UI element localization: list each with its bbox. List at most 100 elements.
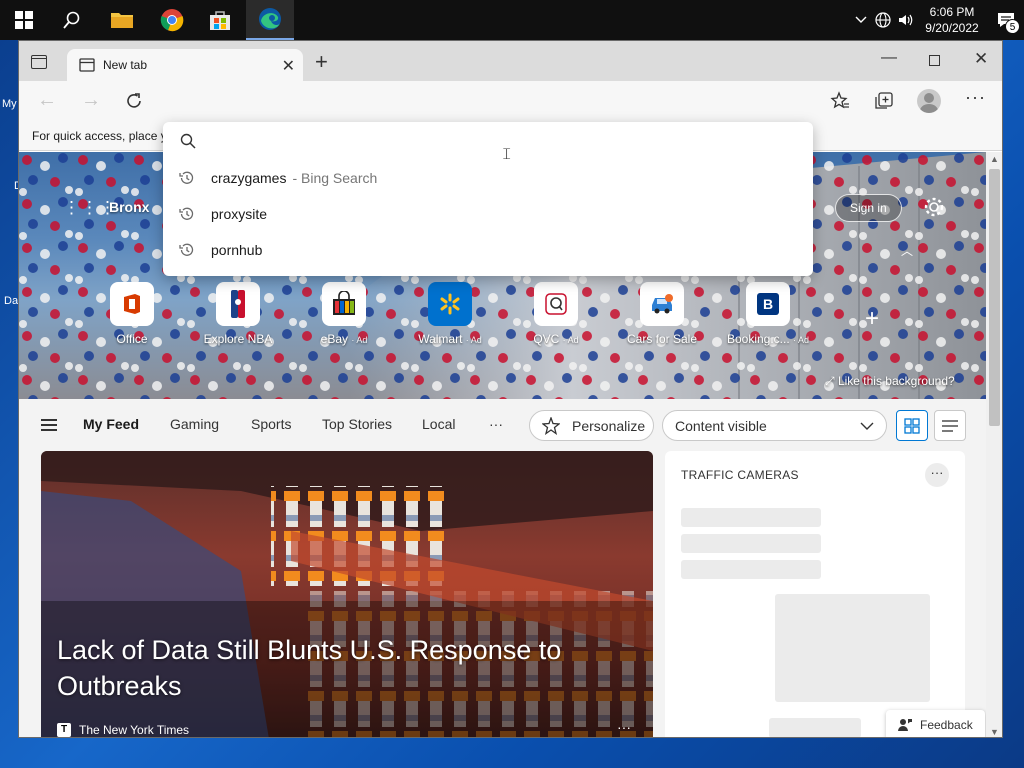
quick-link-qvc[interactable]: QVC · Ad — [508, 282, 604, 346]
sign-in-button[interactable]: Sign in — [835, 194, 902, 222]
maximize-icon[interactable] — [929, 55, 940, 66]
newtab-page-icon — [79, 58, 95, 72]
store-button[interactable] — [196, 0, 244, 40]
action-center-button[interactable]: 5 — [988, 0, 1024, 40]
network-icon[interactable] — [872, 12, 894, 28]
search-icon — [180, 133, 196, 149]
scroll-down-arrow-icon[interactable]: ▼ — [990, 727, 999, 737]
article-headline[interactable]: Lack of Data Still Blunts U.S. Response … — [57, 632, 617, 704]
refresh-icon[interactable] — [125, 92, 143, 110]
favorites-star-icon[interactable] — [830, 91, 850, 111]
close-tab-icon[interactable]: ✕ — [282, 56, 295, 76]
content-visible-label: Content visible — [675, 417, 767, 434]
ad-badge: · Ad — [562, 335, 579, 345]
scroll-up-arrow-icon[interactable]: ▲ — [990, 154, 999, 164]
quick-link-booking[interactable]: B Booking.c... · Ad — [720, 282, 816, 346]
expand-icon: ⤢ — [825, 374, 835, 388]
toolbar: ← → ··· — [19, 81, 1002, 123]
chrome-icon — [160, 9, 184, 32]
clock-date: 9/20/2022 — [925, 21, 979, 35]
quick-link-office[interactable]: Office — [84, 282, 180, 346]
more-tabs-button[interactable]: ··· — [489, 416, 503, 432]
quick-link-label: Walmart — [418, 332, 463, 346]
forward-arrow-icon[interactable]: → — [81, 89, 101, 112]
walmart-spark-icon — [440, 293, 460, 315]
tab-title: New tab — [103, 58, 148, 72]
clock[interactable]: 6:06 PM 9/20/2022 — [916, 4, 988, 36]
file-explorer-button[interactable] — [98, 0, 146, 40]
ebay-bag-icon — [333, 291, 355, 315]
feedback-label: Feedback — [920, 718, 973, 732]
personalize-label: Personalize — [572, 417, 646, 434]
taskbar: 6:06 PM 9/20/2022 5 — [0, 0, 1024, 40]
quick-link-nba[interactable]: Explore NBA — [190, 282, 286, 346]
volume-icon[interactable] — [894, 12, 916, 28]
page-settings-gear-icon[interactable] — [923, 196, 945, 218]
search-button[interactable] — [48, 0, 96, 40]
content-visibility-dropdown[interactable]: Content visible — [662, 410, 887, 441]
suggestion-item[interactable]: pornhub — [163, 232, 813, 268]
tab-new-tab[interactable]: New tab ✕ — [67, 49, 303, 81]
quick-link-label: Office — [116, 332, 148, 346]
tab-gaming[interactable]: Gaming — [170, 416, 219, 432]
suggestion-text: pornhub — [211, 242, 263, 258]
chevron-up-icon[interactable] — [850, 16, 872, 24]
source-name: The New York Times — [79, 723, 190, 737]
edge-window: New tab ✕ + — ✕ ← → ··· For quick access… — [18, 40, 1003, 738]
weather-location[interactable]: Bronx — [109, 199, 149, 215]
windows-icon — [15, 11, 33, 29]
add-quick-link-icon[interactable]: + — [865, 305, 879, 333]
history-clock-icon — [179, 207, 194, 220]
suggestion-text: crazygames — [211, 170, 287, 186]
feedback-button[interactable]: Feedback — [886, 710, 985, 737]
tab-top-stories[interactable]: Top Stories — [322, 416, 392, 432]
grid-layout-button[interactable] — [896, 410, 928, 441]
profile-avatar[interactable] — [917, 89, 941, 113]
like-background-link[interactable]: ⤢ Like this background? — [825, 374, 955, 389]
loading-placeholder — [775, 594, 930, 702]
chrome-button[interactable] — [148, 0, 196, 40]
tab-local[interactable]: Local — [422, 416, 455, 432]
notification-badge: 5 — [1005, 19, 1020, 34]
minimize-icon[interactable]: — — [881, 49, 897, 67]
ad-badge: · Ad — [351, 335, 368, 345]
quick-link-walmart[interactable]: Walmart · Ad — [402, 282, 498, 346]
new-tab-plus-icon[interactable]: + — [315, 49, 328, 75]
edge-taskbar-button[interactable] — [246, 0, 294, 40]
desktop-icon-label[interactable]: Da — [4, 295, 18, 307]
back-arrow-icon[interactable]: ← — [37, 89, 57, 112]
like-background-text: Like this background? — [837, 374, 955, 388]
collections-icon[interactable] — [874, 91, 894, 111]
tab-actions-icon[interactable] — [31, 55, 47, 69]
article-more-icon[interactable]: ··· — [617, 719, 631, 735]
news-card-main[interactable]: Lack of Data Still Blunts U.S. Response … — [41, 451, 653, 737]
store-icon — [210, 11, 230, 30]
office-icon — [124, 294, 140, 314]
settings-more-icon[interactable]: ··· — [965, 87, 986, 108]
tab-my-feed[interactable]: My Feed — [83, 416, 139, 432]
traffic-cameras-card: TRAFFIC CAMERAS ··· — [665, 451, 965, 737]
clock-time: 6:06 PM — [929, 5, 975, 19]
suggestion-item[interactable]: proxysite — [163, 196, 813, 232]
history-clock-icon — [179, 171, 194, 184]
nba-icon — [231, 290, 245, 318]
start-button[interactable] — [0, 0, 48, 40]
article-source[interactable]: T The New York Times — [57, 723, 189, 737]
tab-sports[interactable]: Sports — [251, 416, 291, 432]
personalize-button[interactable]: Personalize — [529, 410, 654, 441]
quick-link-cars-for-sale[interactable]: Cars for Sale — [614, 282, 710, 346]
quick-link-label: QVC — [533, 332, 560, 346]
vertical-scrollbar[interactable]: ▲ ▼ — [986, 152, 1002, 737]
scrollbar-thumb[interactable] — [989, 169, 1000, 426]
card-more-options-icon[interactable]: ··· — [925, 463, 949, 487]
desktop-icon-label[interactable]: My — [2, 98, 17, 110]
quick-link-label: Booking.c... — [726, 332, 790, 346]
suggestion-item[interactable]: crazygames - Bing Search — [163, 160, 813, 196]
search-icon — [63, 11, 80, 29]
loading-placeholder — [769, 718, 861, 737]
hamburger-menu-icon[interactable] — [41, 419, 57, 431]
collapse-chevron-icon[interactable]: ︿ — [901, 242, 913, 259]
close-window-icon[interactable]: ✕ — [974, 49, 988, 69]
list-layout-button[interactable] — [934, 410, 966, 441]
quick-link-ebay[interactable]: eBay · Ad — [296, 282, 392, 346]
